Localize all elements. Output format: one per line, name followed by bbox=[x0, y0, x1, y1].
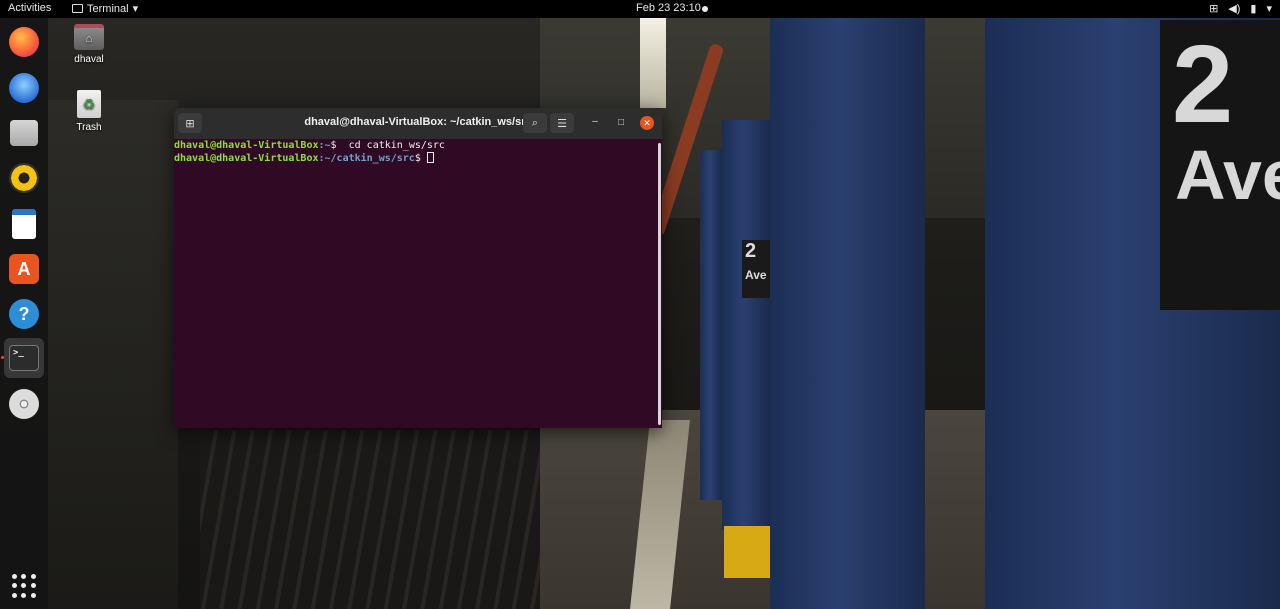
wallpaper-pillar bbox=[722, 120, 770, 530]
wallpaper-light bbox=[640, 18, 666, 108]
home-folder-icon: ⌂ bbox=[74, 24, 104, 50]
terminal-output[interactable]: dhaval@dhaval-VirtualBox:~$ cd catkin_ws… bbox=[174, 139, 662, 428]
rhythmbox-icon bbox=[9, 163, 39, 193]
power-icon: ▮ bbox=[1250, 3, 1257, 15]
terminal-line: dhaval@dhaval-VirtualBox:~$ cd catkin_ws… bbox=[174, 140, 662, 152]
search-button[interactable]: ⌕ bbox=[523, 113, 547, 133]
activities-button[interactable]: Activities bbox=[8, 2, 51, 14]
hamburger-menu-button[interactable]: ☰ bbox=[550, 113, 574, 133]
dock-item-thunderbird[interactable] bbox=[4, 68, 44, 108]
notification-dot-icon bbox=[702, 6, 708, 12]
wallpaper-pillar bbox=[700, 150, 722, 500]
app-menu-label: Terminal bbox=[87, 2, 129, 15]
show-applications-button[interactable] bbox=[4, 566, 44, 606]
prompt-user: dhaval@dhaval-VirtualBox bbox=[174, 140, 319, 151]
prompt-symbol: $ bbox=[330, 140, 343, 151]
wallpaper-pillar-base bbox=[724, 526, 770, 578]
wallpaper-pillar bbox=[770, 18, 925, 609]
desktop-icon-trash[interactable]: ♻ Trash bbox=[59, 90, 119, 133]
dock-item-dvd[interactable] bbox=[4, 384, 44, 424]
volume-icon: ◀) bbox=[1228, 3, 1241, 15]
maximize-button[interactable]: □ bbox=[614, 116, 628, 130]
desktop-icon-home[interactable]: ⌂ dhaval bbox=[59, 24, 119, 65]
close-icon: ✕ bbox=[643, 118, 651, 128]
maximize-icon: □ bbox=[617, 117, 625, 128]
dock-item-rhythmbox[interactable] bbox=[4, 158, 44, 198]
desktop-icon-label: dhaval bbox=[74, 54, 104, 65]
desktop-icon-label: Trash bbox=[76, 122, 102, 133]
wallpaper-sign-number: 2 bbox=[1172, 23, 1234, 146]
software-icon: A bbox=[9, 254, 39, 284]
dock-item-help[interactable]: ? bbox=[4, 294, 44, 334]
terminal-icon: >_ bbox=[9, 345, 39, 371]
prompt-path: :~/catkin_ws/src bbox=[318, 153, 415, 164]
new-tab-icon: ⊞ bbox=[185, 117, 195, 130]
files-icon bbox=[10, 120, 38, 146]
wallpaper-sign-text: Ave bbox=[1175, 136, 1280, 214]
dock-item-firefox[interactable] bbox=[4, 22, 44, 62]
terminal-window[interactable]: ⊞ dhaval@dhaval-VirtualBox: ~/catkin_ws/… bbox=[174, 108, 662, 428]
help-icon: ? bbox=[9, 299, 39, 329]
app-menu-button[interactable]: Terminal ▾ bbox=[72, 2, 138, 15]
chevron-down-icon: ▾ bbox=[132, 3, 139, 15]
top-bar: Activities Terminal ▾ Feb 23 23:10 ⊞ ◀) … bbox=[0, 0, 1280, 18]
trash-icon: ♻ bbox=[77, 90, 101, 118]
network-icon: ⊞ bbox=[1209, 3, 1219, 15]
wallpaper-small-sign: 2 Ave bbox=[742, 240, 770, 298]
prompt-user: dhaval@dhaval-VirtualBox bbox=[174, 153, 319, 164]
dock-item-writer[interactable] bbox=[4, 204, 44, 244]
wallpaper-wall bbox=[48, 100, 178, 609]
terminal-scrollbar[interactable] bbox=[658, 143, 661, 425]
command-text: cd catkin_ws/src bbox=[342, 140, 445, 151]
chevron-down-icon: ▾ bbox=[1266, 3, 1272, 15]
prompt-path: :~ bbox=[318, 140, 331, 151]
writer-icon bbox=[12, 209, 36, 239]
terminal-header-bar[interactable]: ⊞ dhaval@dhaval-VirtualBox: ~/catkin_ws/… bbox=[174, 108, 662, 139]
text-cursor bbox=[426, 152, 434, 163]
dock: A ? >_ bbox=[0, 18, 48, 609]
terminal-small-icon bbox=[72, 4, 83, 13]
terminal-line: dhaval@dhaval-VirtualBox:~/catkin_ws/src… bbox=[174, 152, 662, 165]
close-button[interactable]: ✕ bbox=[640, 116, 654, 130]
wallpaper-small-sign-text: Ave bbox=[745, 268, 767, 282]
menu-icon: ☰ bbox=[557, 117, 567, 130]
dock-item-terminal[interactable]: >_ bbox=[4, 338, 44, 378]
minimize-button[interactable]: – bbox=[588, 116, 602, 130]
new-tab-button[interactable]: ⊞ bbox=[178, 113, 202, 133]
prompt-symbol: $ bbox=[414, 153, 427, 164]
firefox-icon bbox=[9, 27, 39, 57]
wallpaper-small-sign-number: 2 bbox=[745, 240, 757, 262]
app-grid-icon bbox=[12, 574, 36, 598]
dock-item-files[interactable] bbox=[4, 113, 44, 153]
thunderbird-icon bbox=[9, 73, 39, 103]
minimize-icon: – bbox=[592, 116, 598, 127]
dvd-icon bbox=[9, 389, 39, 419]
search-icon: ⌕ bbox=[531, 116, 539, 129]
clock[interactable]: Feb 23 23:10 bbox=[636, 2, 701, 14]
dock-item-software[interactable]: A bbox=[4, 249, 44, 289]
system-tray[interactable]: ⊞ ◀) ▮ ▾ bbox=[1209, 2, 1272, 15]
